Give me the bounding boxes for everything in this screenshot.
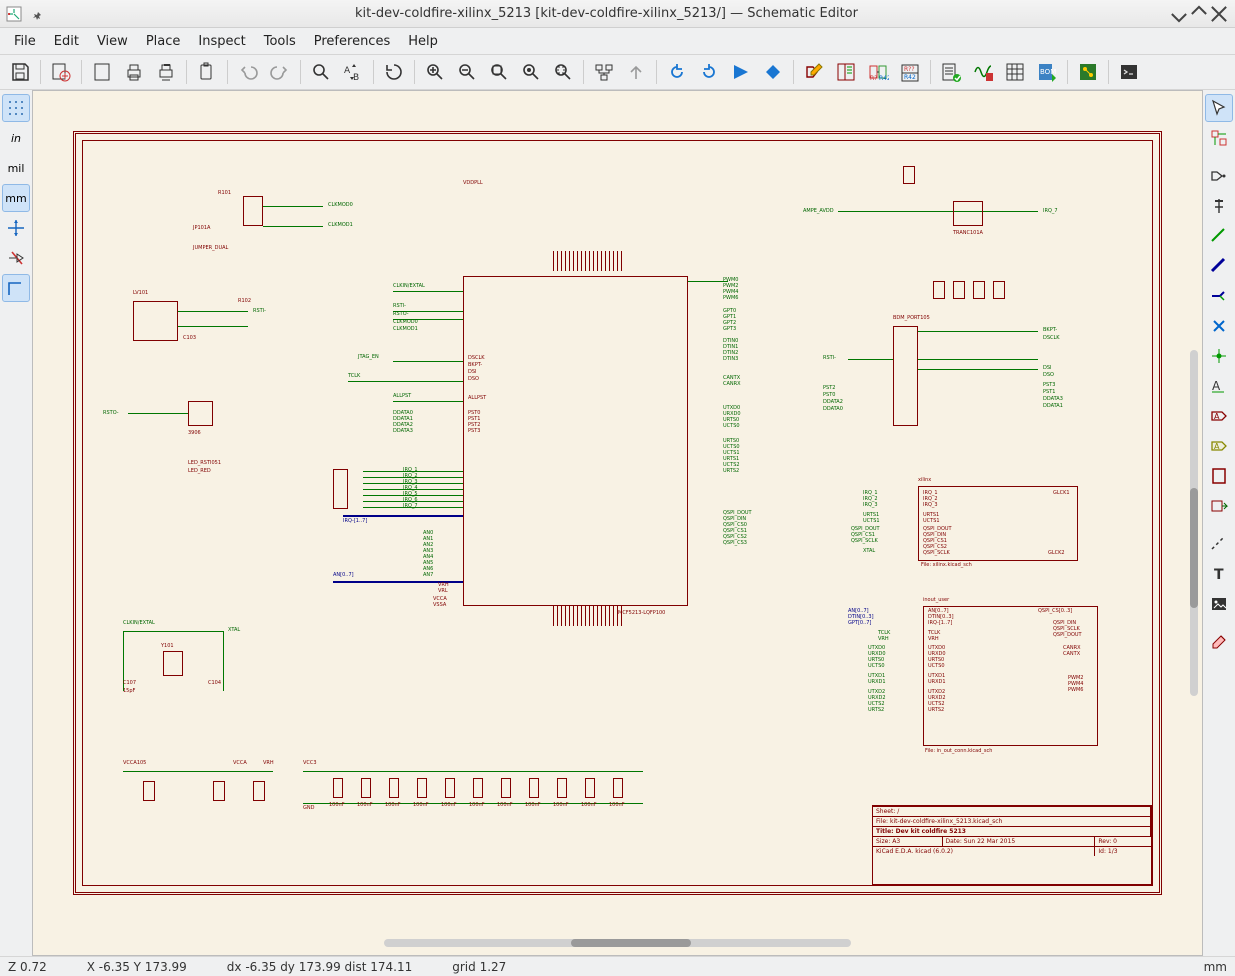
menu-inspect[interactable]: Inspect	[190, 31, 253, 52]
delete-tool[interactable]	[1205, 628, 1233, 656]
find-replace-button[interactable]: AB	[338, 57, 368, 87]
hidden-pins-button[interactable]	[2, 244, 30, 272]
window-titlebar: kit-dev-coldfire-xilinx_5213 [kit-dev-co…	[0, 0, 1235, 28]
status-dxy: dx -6.35 dy 173.99 dist 174.11	[227, 960, 412, 974]
close-button[interactable]	[1209, 4, 1229, 24]
mirror-v-button[interactable]	[726, 57, 756, 87]
symbol-fields-button[interactable]	[1000, 57, 1030, 87]
scripting-console-button[interactable]	[1114, 57, 1144, 87]
find-button[interactable]	[306, 57, 336, 87]
zoom-in-button[interactable]	[420, 57, 450, 87]
svg-text:A: A	[1212, 379, 1221, 393]
navigate-hierarchy-button[interactable]	[589, 57, 619, 87]
menu-edit[interactable]: Edit	[46, 31, 87, 52]
menu-preferences[interactable]: Preferences	[306, 31, 398, 52]
mirror-h-button[interactable]	[758, 57, 788, 87]
page-settings-button[interactable]	[87, 57, 117, 87]
sheet-frame: R101 JP101A JUMPER_DUAL CLKMOD0 CLKMOD1 …	[73, 131, 1162, 895]
zoom-selection-button[interactable]	[548, 57, 578, 87]
status-bar: Z 0.72 X -6.35 Y 173.99 dx -6.35 dy 173.…	[0, 956, 1235, 976]
print-button[interactable]	[119, 57, 149, 87]
redo-button[interactable]	[265, 57, 295, 87]
add-bus-entry-tool[interactable]	[1205, 282, 1233, 310]
pin-icon[interactable]	[32, 8, 44, 20]
annotate-button[interactable]: R??R42	[895, 57, 925, 87]
zoom-fit-button[interactable]	[484, 57, 514, 87]
erc-button[interactable]	[936, 57, 966, 87]
svg-text:R?: R?	[870, 75, 877, 82]
paste-button[interactable]	[192, 57, 222, 87]
add-symbol-tool[interactable]	[1205, 162, 1233, 190]
symbol-editor-button[interactable]	[799, 57, 829, 87]
add-dashed-line-tool[interactable]	[1205, 530, 1233, 558]
schematic-canvas[interactable]: R101 JP101A JUMPER_DUAL CLKMOD0 CLKMOD1 …	[32, 90, 1203, 956]
menu-file[interactable]: File	[6, 31, 44, 52]
undo-button[interactable]	[233, 57, 263, 87]
status-xy: X -6.35 Y 173.99	[87, 960, 187, 974]
svg-text:R42: R42	[879, 75, 889, 82]
plot-button[interactable]	[151, 57, 181, 87]
add-global-label-tool[interactable]: A	[1205, 402, 1233, 430]
status-units: mm	[1204, 960, 1227, 974]
refresh-button[interactable]	[379, 57, 409, 87]
add-wire-tool[interactable]	[1205, 222, 1233, 250]
right-toolbar: A A A T	[1203, 90, 1235, 956]
h-scrollbar[interactable]	[384, 939, 852, 947]
add-bus-tool[interactable]	[1205, 252, 1233, 280]
menu-tools[interactable]: Tools	[256, 31, 304, 52]
svg-text:B: B	[353, 73, 359, 83]
app-icon	[6, 6, 22, 22]
menubar: File Edit View Place Inspect Tools Prefe…	[0, 28, 1235, 54]
svg-text:R??: R??	[904, 66, 915, 73]
zoom-out-button[interactable]	[452, 57, 482, 87]
add-junction-tool[interactable]	[1205, 342, 1233, 370]
minimize-button[interactable]	[1169, 4, 1189, 24]
main-toolbar: AB R?R42 R??R42 BOM	[0, 54, 1235, 90]
cursor-full-button[interactable]	[2, 214, 30, 242]
status-zoom: Z 0.72	[8, 960, 47, 974]
symbol-browser-button[interactable]	[831, 57, 861, 87]
add-text-tool[interactable]: T	[1205, 560, 1233, 588]
add-hier-label-tool[interactable]: A	[1205, 432, 1233, 460]
simulator-button[interactable]	[968, 57, 998, 87]
add-noconnect-tool[interactable]	[1205, 312, 1233, 340]
status-grid: grid 1.27	[452, 960, 506, 974]
units-mil[interactable]: mil	[2, 154, 30, 182]
work-area: in mil mm R101 JP101A JUMPER_DUAL CL	[0, 90, 1235, 956]
units-in[interactable]: in	[2, 124, 30, 152]
save-button[interactable]	[5, 57, 35, 87]
menu-help[interactable]: Help	[400, 31, 446, 52]
left-toolbar: in mil mm	[0, 90, 32, 956]
add-power-tool[interactable]	[1205, 192, 1233, 220]
add-image-tool[interactable]	[1205, 590, 1233, 618]
svg-text:T: T	[1214, 567, 1224, 583]
menu-view[interactable]: View	[89, 31, 136, 52]
free-angle-button[interactable]	[2, 274, 30, 302]
rotate-cw-button[interactable]	[694, 57, 724, 87]
rotate-ccw-button[interactable]	[662, 57, 692, 87]
add-sheet-tool[interactable]	[1205, 462, 1233, 490]
bom-button[interactable]: BOM	[1032, 57, 1062, 87]
window-title: kit-dev-coldfire-xilinx_5213 [kit-dev-co…	[44, 6, 1169, 21]
pcb-editor-button[interactable]	[1073, 57, 1103, 87]
grid-toggle[interactable]	[2, 94, 30, 122]
leave-sheet-button[interactable]	[621, 57, 651, 87]
add-net-label-tool[interactable]: A	[1205, 372, 1233, 400]
svg-text:R42: R42	[904, 74, 916, 81]
svg-text:A: A	[1214, 442, 1220, 451]
footprint-assign-button[interactable]: R?R42	[863, 57, 893, 87]
v-scrollbar[interactable]	[1190, 350, 1198, 696]
zoom-objects-button[interactable]	[516, 57, 546, 87]
units-mm[interactable]: mm	[2, 184, 30, 212]
menu-place[interactable]: Place	[138, 31, 189, 52]
select-tool[interactable]	[1205, 94, 1233, 122]
svg-text:A: A	[1214, 412, 1220, 421]
svg-text:A: A	[344, 66, 351, 76]
maximize-button[interactable]	[1189, 4, 1209, 24]
title-block: Sheet: / File: kit-dev-coldfire-xilinx_5…	[872, 805, 1152, 885]
import-sheet-pin-tool[interactable]	[1205, 492, 1233, 520]
highlight-net-tool[interactable]	[1205, 124, 1233, 152]
schematic-setup-button[interactable]	[46, 57, 76, 87]
svg-text:BOM: BOM	[1040, 68, 1056, 76]
